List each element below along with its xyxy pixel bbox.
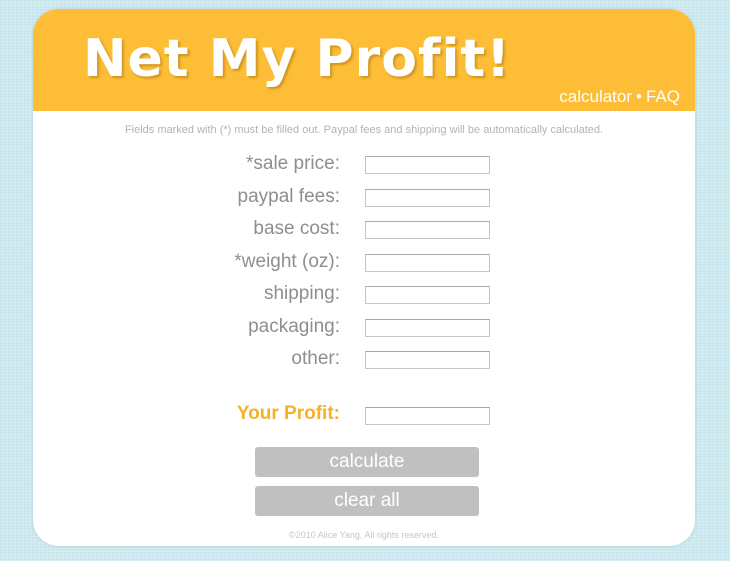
- base-cost-input[interactable]: [365, 221, 490, 239]
- nav-separator: •: [636, 87, 642, 106]
- top-nav: calculator • FAQ: [559, 87, 680, 107]
- paypal-fees-label: paypal fees:: [237, 186, 340, 207]
- paypal-fees-input[interactable]: [365, 189, 490, 207]
- other-input[interactable]: [365, 351, 490, 369]
- copyright-footer: ©2010 Alice Yang. All rights reserved.: [289, 530, 439, 540]
- site-logo[interactable]: Net My Profit!: [83, 29, 511, 89]
- nav-link-faq[interactable]: FAQ: [646, 87, 680, 106]
- packaging-input[interactable]: [365, 319, 490, 337]
- form-instructions: Fields marked with (*) must be filled ou…: [124, 124, 604, 136]
- other-label: other:: [291, 348, 340, 369]
- clear-all-button[interactable]: clear all: [255, 486, 479, 516]
- packaging-label: packaging:: [248, 316, 340, 337]
- shipping-input[interactable]: [365, 286, 490, 304]
- profit-label: Your Profit:: [236, 403, 340, 424]
- nav-link-calculator[interactable]: calculator: [559, 87, 632, 106]
- calculate-button[interactable]: calculate: [255, 447, 479, 477]
- weight-label: *weight (oz):: [234, 251, 340, 272]
- header-banner: Net My Profit! calculator • FAQ: [33, 9, 695, 111]
- calculator-card: Net My Profit! calculator • FAQ Fields mar…: [33, 9, 695, 546]
- base-cost-label: base cost:: [253, 218, 340, 239]
- sale-price-input[interactable]: [365, 156, 490, 174]
- sale-price-label: *sale price:: [246, 153, 340, 174]
- profit-output[interactable]: [365, 407, 490, 425]
- weight-input[interactable]: [365, 254, 490, 272]
- shipping-label: shipping:: [263, 283, 340, 304]
